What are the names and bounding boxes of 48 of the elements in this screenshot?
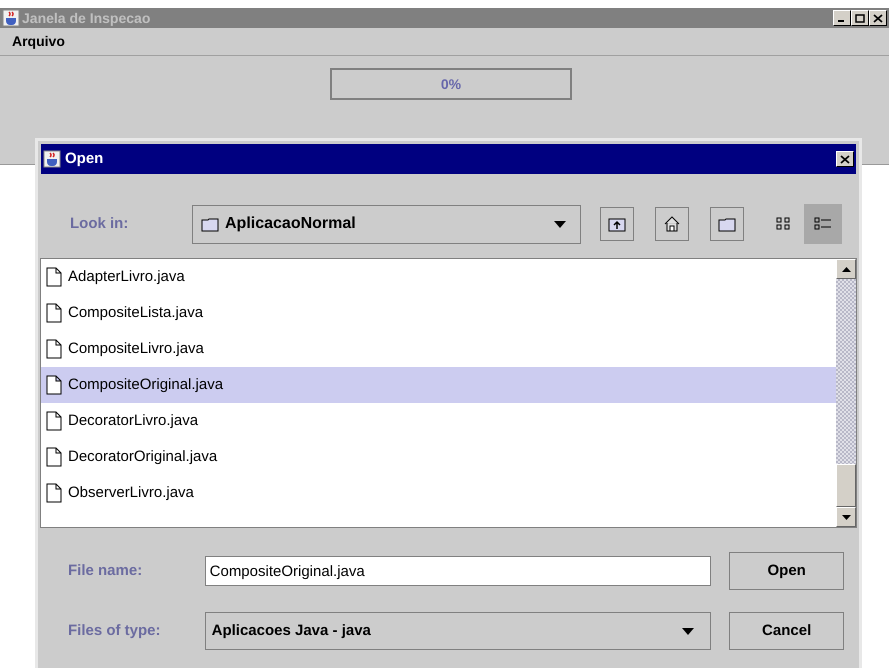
file-name-field[interactable]: CompositeOriginal.java [204,556,712,586]
file-icon [46,267,62,287]
dialog-icon [43,150,61,168]
file-item[interactable]: AdapterLivro.java [41,259,836,295]
file-icon [46,447,62,467]
file-item[interactable]: DecoratorLivro.java [41,403,836,439]
close-icon[interactable] [869,10,887,26]
file-name-label: File name: [68,560,144,581]
file-type-label: Files of type: [68,620,162,641]
file-type-dropdown[interactable]: Aplicacoes Java - java [204,612,712,650]
file-icon [46,411,62,431]
caret-icon [682,628,694,634]
open-button[interactable]: Open [729,552,844,590]
file-item[interactable]: CompositeLivro.java [41,331,836,367]
file-icon [46,303,62,323]
file-item[interactable]: ObserverLivro.java [41,475,836,511]
down-arrow-icon [842,514,850,520]
close-icon[interactable] [836,151,854,167]
scroll-up-button[interactable] [836,259,856,279]
look-in-dropdown[interactable]: AplicacaoNormal [192,204,581,244]
folder-up-icon [608,216,626,232]
toolbar-button[interactable] [804,204,842,244]
file-item[interactable]: CompositeLista.java [41,295,836,331]
file-icon [46,375,62,395]
maximize-icon[interactable] [851,10,869,26]
window-title: Janela de Inspecao [22,8,150,28]
home-icon [663,215,681,233]
file-item[interactable]: CompositeOriginal.java [41,367,836,403]
dialog-title: Open [65,148,104,169]
cancel-button[interactable]: Cancel [729,612,844,650]
folder-icon [718,216,736,232]
file-icon [46,339,62,359]
toolbar-button[interactable] [710,207,744,241]
look-in-label: Look in: [70,214,130,234]
folder-icon [201,216,219,232]
file-icon [46,483,62,503]
scroll-down-button[interactable] [836,507,856,527]
file-item[interactable]: DecoratorOriginal.java [41,439,836,475]
details-view-icon [814,216,832,232]
progress-reading: 0% [440,74,462,94]
caret-icon [554,220,566,228]
minimize-icon[interactable] [833,10,851,26]
toolbar-button[interactable] [655,207,689,241]
scroll-thumb[interactable] [836,464,856,507]
up-arrow-icon [842,266,850,272]
scrollbar[interactable] [836,259,856,527]
menu-item[interactable]: Arquivo [12,31,65,52]
toolbar-button[interactable] [600,207,634,241]
